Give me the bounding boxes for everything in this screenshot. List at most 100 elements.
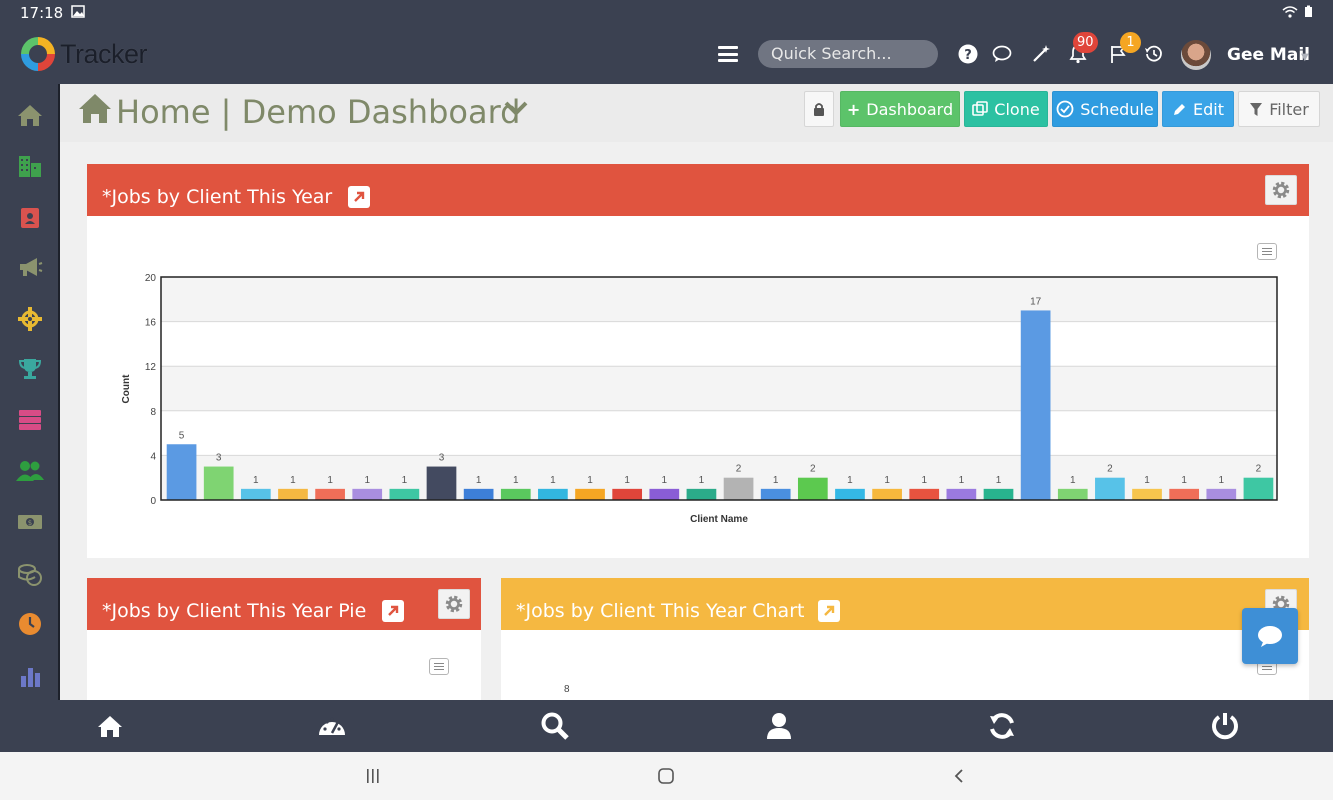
sidebar-item-home[interactable]: [14, 99, 46, 131]
add-dashboard-label: Dashboard: [866, 99, 954, 119]
bar[interactable]: [538, 488, 568, 500]
sidebar-item-opportunities[interactable]: [14, 303, 46, 335]
popout-icon[interactable]: [818, 600, 840, 622]
magic-wand-icon[interactable]: [1029, 42, 1053, 66]
gear-icon[interactable]: [1265, 175, 1297, 205]
bar[interactable]: [835, 488, 865, 500]
svg-text:?: ?: [964, 48, 972, 63]
contacts-icon: [21, 208, 39, 228]
bar[interactable]: [575, 488, 605, 500]
bar[interactable]: [426, 466, 457, 500]
widget-title: *Jobs by Client This Year: [102, 186, 333, 208]
chat-button[interactable]: [1242, 608, 1298, 664]
home-button-icon[interactable]: [654, 766, 678, 786]
bar[interactable]: [240, 488, 271, 500]
widget-header: *Jobs by Client This Year Pie: [87, 578, 481, 630]
home-icon: [18, 105, 42, 126]
bar[interactable]: [166, 444, 197, 500]
home-icon: [98, 716, 122, 737]
bar[interactable]: [463, 488, 494, 500]
bar[interactable]: [612, 488, 643, 500]
sidebar-item-people[interactable]: [14, 455, 46, 487]
sidebar-item-awards[interactable]: [14, 353, 46, 385]
bar[interactable]: [500, 488, 531, 500]
bar[interactable]: [946, 488, 977, 500]
sidebar-item-companies[interactable]: [14, 150, 46, 182]
chevron-down-icon[interactable]: [504, 100, 528, 120]
bar[interactable]: [872, 488, 902, 500]
svg-text:$: $: [28, 519, 32, 527]
chevron-down-icon[interactable]: ▼: [1301, 52, 1309, 63]
user-name[interactable]: Gee Mail: [1227, 45, 1310, 65]
bar[interactable]: [1057, 488, 1088, 500]
chat-bubble-icon[interactable]: [990, 42, 1014, 66]
bar[interactable]: [649, 488, 680, 500]
menu-icon[interactable]: [718, 46, 738, 62]
y-tick-label: 4: [150, 451, 156, 462]
bar[interactable]: [203, 466, 234, 500]
bar[interactable]: [760, 488, 791, 500]
nav-profile[interactable]: [764, 711, 794, 741]
edit-button[interactable]: Edit: [1162, 91, 1234, 127]
nav-home[interactable]: [95, 711, 125, 741]
popout-icon[interactable]: [382, 600, 404, 622]
bar[interactable]: [1020, 310, 1051, 500]
bar-value-label: 1: [847, 475, 853, 486]
battery-icon: [1304, 4, 1313, 22]
x-axis-label: Client Name: [690, 514, 748, 525]
bar[interactable]: [797, 477, 828, 500]
bar[interactable]: [1132, 488, 1162, 500]
sidebar-item-reports[interactable]: [14, 660, 46, 692]
popout-icon[interactable]: [348, 186, 370, 208]
bar[interactable]: [1243, 477, 1274, 500]
bar-value-label: 1: [1181, 475, 1187, 486]
gear-icon[interactable]: [438, 589, 470, 619]
clone-button[interactable]: Clone: [964, 91, 1048, 127]
bar[interactable]: [1206, 488, 1237, 500]
clone-label: Clone: [994, 99, 1040, 119]
bar[interactable]: [389, 488, 420, 500]
edit-label: Edit: [1193, 99, 1224, 119]
bar-value-label: 1: [699, 475, 705, 486]
sidebar-item-resources[interactable]: [14, 404, 46, 436]
bar[interactable]: [1095, 477, 1125, 500]
add-dashboard-button[interactable]: + Dashboard: [840, 91, 960, 127]
chart-menu-icon[interactable]: [429, 658, 449, 675]
nav-dashboard[interactable]: [317, 711, 347, 741]
bar[interactable]: [686, 488, 717, 500]
bar[interactable]: [278, 488, 308, 500]
schedule-icon: [1056, 100, 1074, 118]
page-title: Home | Demo Dashboard: [116, 93, 521, 131]
sidebar-item-contacts[interactable]: [14, 202, 46, 234]
trophy-icon: [18, 359, 42, 379]
bar-value-label: 1: [253, 475, 259, 486]
lock-button[interactable]: [804, 91, 834, 127]
sidebar-item-billing[interactable]: [14, 558, 46, 590]
tracker-logo-icon: [21, 37, 55, 71]
home-icon[interactable]: [78, 92, 112, 128]
app-logo[interactable]: Tracker: [18, 34, 148, 74]
nav-search[interactable]: [540, 711, 570, 741]
user-avatar[interactable]: [1181, 40, 1211, 70]
nav-refresh[interactable]: [987, 711, 1017, 741]
bar[interactable]: [352, 488, 383, 500]
sidebar-item-finance[interactable]: $: [14, 506, 46, 538]
sidebar-item-time[interactable]: [14, 608, 46, 640]
schedule-button[interactable]: Schedule: [1052, 91, 1158, 127]
bar[interactable]: [909, 488, 940, 500]
nav-logout[interactable]: [1210, 711, 1240, 741]
history-icon[interactable]: [1142, 42, 1166, 66]
coins-icon: [18, 564, 42, 586]
sidebar-item-campaigns[interactable]: [14, 251, 46, 283]
bar[interactable]: [315, 488, 345, 500]
back-icon[interactable]: [947, 766, 971, 786]
bar[interactable]: [1169, 488, 1200, 500]
refresh-icon: [990, 713, 1014, 739]
help-icon[interactable]: ?: [956, 42, 980, 66]
clock-icon: [19, 613, 41, 635]
quick-search-input[interactable]: [758, 40, 938, 68]
bar[interactable]: [723, 477, 754, 500]
filter-button[interactable]: Filter: [1238, 91, 1320, 127]
recent-apps-icon[interactable]: [361, 766, 385, 786]
bar[interactable]: [983, 488, 1014, 500]
